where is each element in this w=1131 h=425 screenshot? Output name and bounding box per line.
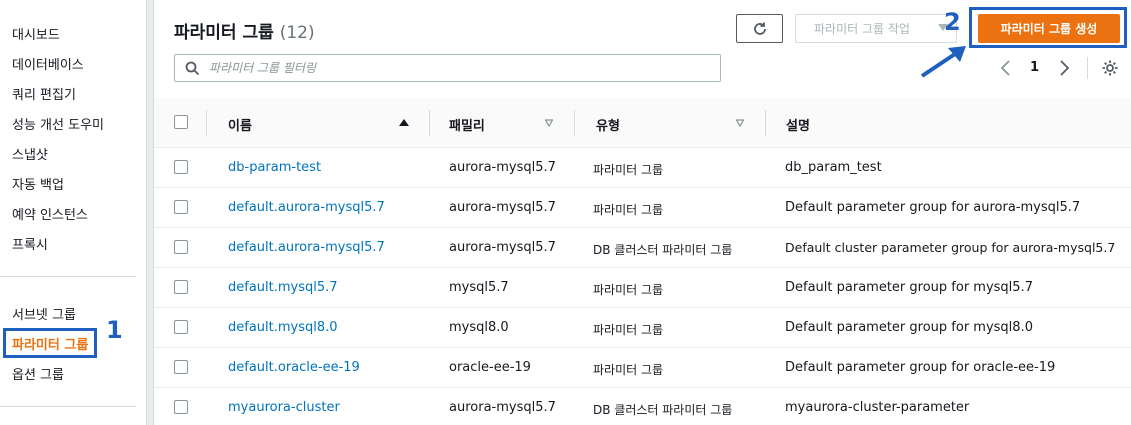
family-cell: aurora-mysql5.7 (449, 240, 556, 255)
annotation-step-number: 2 (944, 8, 961, 36)
sort-caret-icon[interactable] (545, 119, 553, 127)
family-cell: mysql5.7 (449, 280, 509, 295)
family-cell: mysql8.0 (449, 320, 509, 335)
column-separator (429, 110, 430, 136)
actions-button-label: 파라미터 그룹 작업 (814, 22, 910, 36)
parameter-group-name-link[interactable]: myaurora-cluster (228, 400, 340, 415)
column-header-name[interactable]: 이름 (228, 115, 252, 134)
page-title: 파라미터 그룹 (12) (174, 18, 315, 43)
type-cell: 파라미터 그룹 (593, 363, 664, 377)
description-cell: Default parameter group for aurora-mysql… (785, 200, 1081, 215)
description-cell: Default cluster parameter group for auro… (785, 240, 1116, 255)
description-cell: Default parameter group for oracle-ee-19 (785, 360, 1056, 375)
sidebar-item-subnet-groups[interactable]: 서브넷 그룹 (12, 304, 76, 323)
parameter-group-actions-button[interactable]: 파라미터 그룹 작업 (795, 14, 957, 43)
column-header-family[interactable]: 패밀리 (449, 115, 485, 134)
family-cell: aurora-mysql5.7 (449, 200, 556, 215)
parameter-group-name-link[interactable]: default.oracle-ee-19 (228, 360, 360, 375)
sidebar-item-reserved-instances[interactable]: 예약 인스턴스 (12, 204, 88, 223)
parameter-group-name-link[interactable]: default.aurora-mysql5.7 (228, 200, 385, 215)
row-checkbox[interactable] (174, 360, 188, 374)
type-cell: 파라미터 그룹 (593, 163, 664, 177)
column-separator (206, 110, 207, 136)
column-header-type[interactable]: 유형 (596, 115, 620, 134)
table-row[interactable]: default.aurora-mysql5.7 aurora-mysql5.7 … (154, 188, 1131, 228)
sort-caret-icon[interactable] (736, 119, 744, 127)
chevron-right-icon[interactable] (1056, 59, 1072, 77)
type-cell: 파라미터 그룹 (593, 283, 664, 297)
table-row[interactable]: db-param-test aurora-mysql5.7 파라미터 그룹 db… (154, 148, 1131, 188)
sidebar-divider (0, 406, 136, 407)
table-row[interactable]: default.aurora-mysql5.7 aurora-mysql5.7 … (154, 228, 1131, 268)
column-header-description[interactable]: 설명 (786, 115, 810, 134)
annotation-highlight-box (969, 7, 1127, 48)
search-field[interactable] (174, 54, 721, 82)
parameter-group-name-link[interactable]: db-param-test (228, 160, 321, 175)
sidebar-item-performance-insights[interactable]: 성능 개선 도우미 (12, 114, 104, 133)
annotation-highlight-box (3, 328, 97, 358)
search-icon (185, 61, 200, 76)
description-cell: Default parameter group for mysql8.0 (785, 320, 1033, 335)
panel-separator (146, 0, 154, 425)
table-header: 이름 패밀리 유형 설명 (154, 98, 1131, 148)
column-separator (765, 110, 766, 136)
type-cell: DB 클러스터 파라미터 그룹 (593, 243, 733, 257)
item-count: (12) (279, 23, 315, 43)
parameter-group-name-link[interactable]: default.aurora-mysql5.7 (228, 240, 385, 255)
sidebar-item-dashboard[interactable]: 대시보드 (12, 24, 60, 43)
family-cell: oracle-ee-19 (449, 360, 531, 375)
chevron-left-icon[interactable] (998, 59, 1014, 77)
sidebar-item-proxies[interactable]: 프록시 (12, 234, 48, 253)
table-row[interactable]: default.mysql5.7 mysql5.7 파라미터 그룹 Defaul… (154, 268, 1131, 308)
table-row[interactable]: default.oracle-ee-19 oracle-ee-19 파라미터 그… (154, 348, 1131, 388)
gear-icon[interactable] (1101, 59, 1119, 77)
family-cell: aurora-mysql5.7 (449, 160, 556, 175)
sidebar-item-snapshots[interactable]: 스냅샷 (12, 144, 48, 163)
type-cell: 파라미터 그룹 (593, 323, 664, 337)
search-input[interactable] (209, 59, 709, 77)
parameter-group-name-link[interactable]: default.mysql8.0 (228, 320, 338, 335)
type-cell: 파라미터 그룹 (593, 203, 664, 217)
sidebar-item-databases[interactable]: 데이터베이스 (12, 54, 84, 73)
row-checkbox[interactable] (174, 200, 188, 214)
refresh-icon (753, 22, 766, 35)
sidebar-item-automated-backups[interactable]: 자동 백업 (12, 174, 64, 193)
page-title-text: 파라미터 그룹 (174, 23, 274, 43)
sort-ascending-icon[interactable] (399, 119, 409, 126)
row-checkbox[interactable] (174, 240, 188, 254)
sidebar-divider (0, 276, 136, 277)
sidebar-nav: 대시보드 데이터베이스 쿼리 편집기 성능 개선 도우미 스냅샷 자동 백업 예… (0, 0, 146, 425)
row-checkbox[interactable] (174, 160, 188, 174)
description-cell: Default parameter group for mysql5.7 (785, 280, 1033, 295)
row-checkbox[interactable] (174, 280, 188, 294)
description-cell: myaurora-cluster-parameter (785, 400, 970, 415)
parameter-group-name-link[interactable]: default.mysql5.7 (228, 280, 338, 295)
select-all-checkbox[interactable] (174, 115, 188, 129)
column-separator (574, 110, 575, 136)
table-row[interactable]: myaurora-cluster aurora-mysql5.7 DB 클러스터… (154, 388, 1131, 425)
family-cell: aurora-mysql5.7 (449, 400, 556, 415)
type-cell: DB 클러스터 파라미터 그룹 (593, 403, 733, 417)
annotation-arrow-icon (920, 46, 966, 78)
row-checkbox[interactable] (174, 320, 188, 334)
sidebar-item-option-groups[interactable]: 옵션 그룹 (12, 364, 64, 383)
table-row[interactable]: default.mysql8.0 mysql8.0 파라미터 그룹 Defaul… (154, 308, 1131, 348)
current-page-number[interactable]: 1 (1030, 60, 1039, 75)
row-checkbox[interactable] (174, 400, 188, 414)
description-cell: db_param_test (785, 160, 882, 175)
refresh-button[interactable] (736, 14, 783, 43)
annotation-step-number: 1 (106, 316, 123, 344)
pagination-divider (1087, 57, 1088, 79)
sidebar-item-query-editor[interactable]: 쿼리 편집기 (12, 84, 76, 103)
